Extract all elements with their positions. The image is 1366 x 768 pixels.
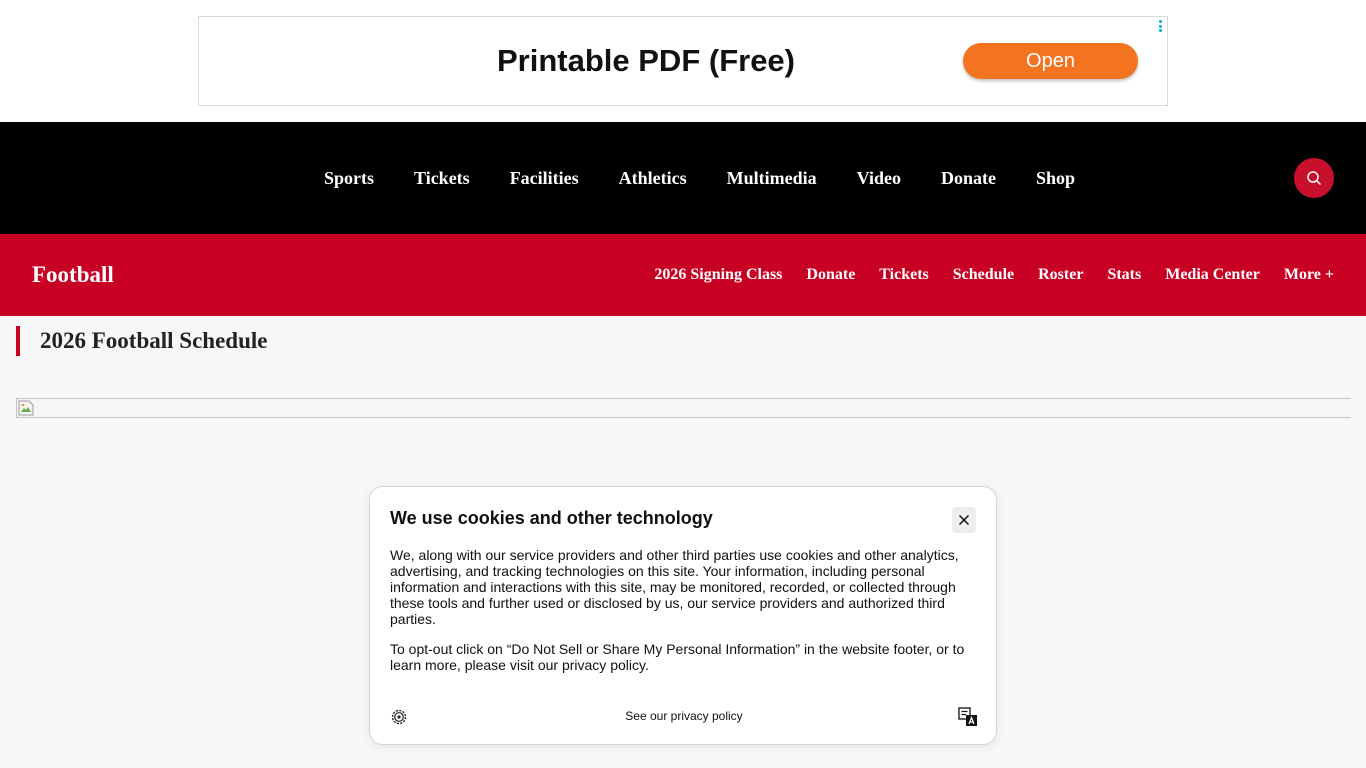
translate-icon[interactable] [958,707,978,727]
nav-donate[interactable]: Donate [921,168,1016,189]
schedule-banner-image [16,398,1351,418]
nav-shop[interactable]: Shop [1016,168,1095,189]
subnav-tickets[interactable]: Tickets [867,266,940,284]
cookie-consent-dialog: We use cookies and other technology We, … [369,486,997,745]
main-nav-items: Sports Tickets Facilities Athletics Mult… [304,122,1095,234]
nav-facilities[interactable]: Facilities [490,168,599,189]
subnav-stats[interactable]: Stats [1095,266,1153,284]
sport-title[interactable]: Football [32,234,114,316]
ad-open-button[interactable]: Open [963,43,1138,79]
sport-navigation: Football 2026 Signing Class Donate Ticke… [0,234,1366,316]
ad-options-icon[interactable] [1157,19,1163,33]
cookie-dialog-title: We use cookies and other technology [390,508,713,528]
search-button[interactable] [1294,158,1334,198]
subnav-roster[interactable]: Roster [1026,266,1095,284]
close-icon [958,514,970,526]
cookie-close-button[interactable] [952,507,976,533]
broken-image-icon [18,400,34,416]
ad-title[interactable]: Printable PDF (Free) [497,43,795,79]
page-title: 2026 Football Schedule [16,326,267,356]
ad-zone: Printable PDF (Free) Open [0,0,1366,122]
main-navigation: Sports Tickets Facilities Athletics Mult… [0,122,1366,234]
subnav-media-center[interactable]: Media Center [1153,266,1272,284]
subnav-signing-class[interactable]: 2026 Signing Class [642,266,794,284]
nav-tickets[interactable]: Tickets [394,168,490,189]
sport-nav-items: 2026 Signing Class Donate Tickets Schedu… [642,234,1346,316]
nav-sports[interactable]: Sports [304,168,394,189]
nav-video[interactable]: Video [837,168,921,189]
search-icon [1307,171,1321,185]
privacy-policy-link[interactable]: See our privacy policy [625,709,742,723]
ad-banner[interactable]: Printable PDF (Free) Open [198,16,1168,106]
subnav-donate[interactable]: Donate [794,266,867,284]
privacy-policy-link-row: See our privacy policy [370,709,998,723]
subnav-more[interactable]: More + [1272,266,1346,284]
nav-multimedia[interactable]: Multimedia [707,168,837,189]
nav-athletics[interactable]: Athletics [599,168,707,189]
cookie-description: We, along with our service providers and… [390,547,959,627]
cookie-opt-out-text: To opt-out click on “Do Not Sell or Shar… [390,641,965,673]
subnav-schedule[interactable]: Schedule [941,266,1026,284]
